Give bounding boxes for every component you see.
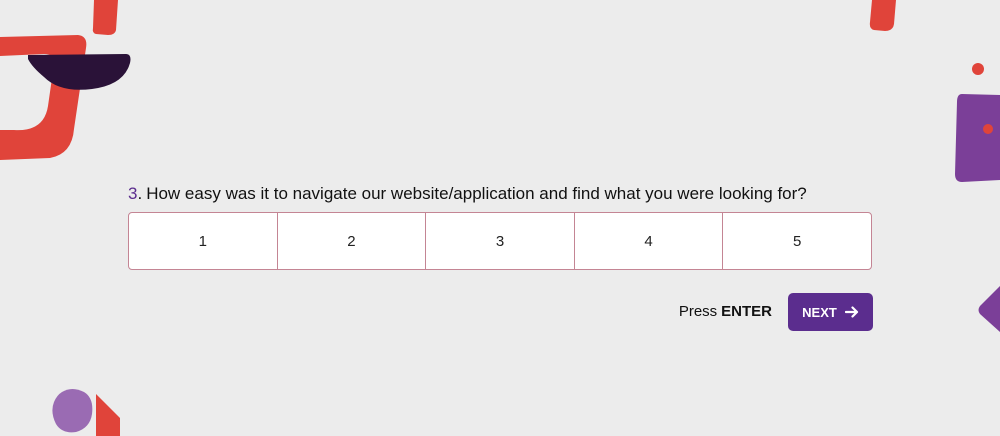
next-button[interactable]: NEXT [788,293,873,331]
rating-option-3[interactable]: 3 [426,213,575,269]
next-button-label: NEXT [802,304,837,320]
decor-red-tab-shape [92,0,120,36]
keyboard-hint-prefix: Press [678,303,718,320]
arrow-right-icon [844,305,859,319]
decor-purple-block-shape [954,94,1000,184]
decor-red-wedge-shape [94,394,122,436]
rating-option-4[interactable]: 4 [575,213,724,269]
rating-scale: 1 2 3 4 5 [128,212,872,270]
decor-red-dot-shape [971,62,985,76]
keyboard-hint-key: ENTER [721,303,772,320]
question-title: 3. How easy was it to navigate our websit… [128,182,888,206]
rating-option-1[interactable]: 1 [129,213,278,269]
question-number-dot: . [137,184,143,203]
survey-page: 3. How easy was it to navigate our websit… [0,0,1000,436]
decor-purple-triangle-shape [978,286,1000,332]
rating-option-5[interactable]: 5 [723,213,871,269]
keyboard-hint: Press ENTER [660,302,772,322]
decor-lavender-blob-shape [50,388,96,434]
decor-dark-bowl-shape [26,53,132,93]
decor-red-pill-shape [868,0,898,32]
question-text: How easy was it to navigate our website/… [146,184,807,203]
rating-option-2[interactable]: 2 [278,213,427,269]
